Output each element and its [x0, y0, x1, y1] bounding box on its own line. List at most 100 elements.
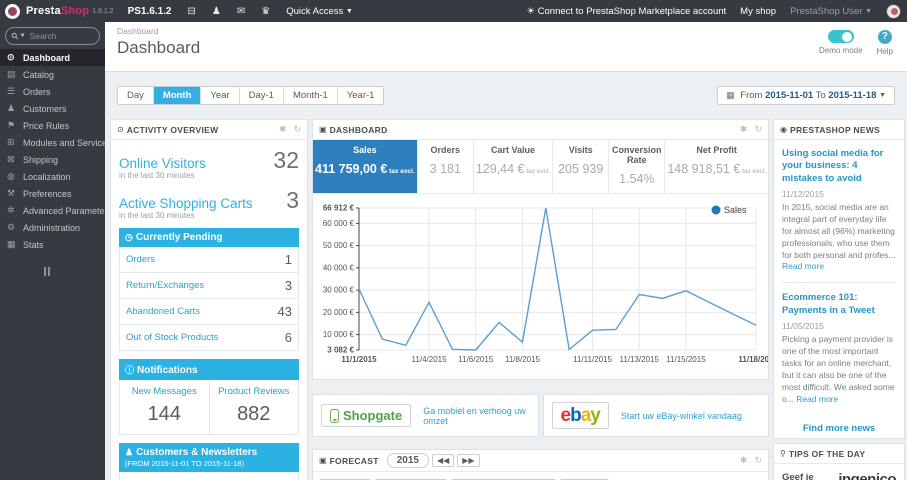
active-carts-sub: in the last 30 minutes: [119, 211, 195, 220]
cart-icon[interactable]: ⊟: [187, 6, 195, 17]
marketplace-icon: ☀: [526, 5, 535, 17]
product-reviews-cell[interactable]: Product Reviews 882: [208, 380, 299, 434]
news-article-title[interactable]: Ecommerce 101: Payments in a Tweet: [782, 292, 896, 317]
divider: [782, 282, 896, 284]
metric-value: 3 181: [429, 162, 461, 176]
prestashop-news-panel: ◉ PRESTASHOP NEWS Using social media for…: [773, 119, 905, 440]
user-icon[interactable]: ♟: [212, 6, 221, 17]
sidebar-item-label: Modules and Services: [23, 137, 105, 148]
trophy-icon[interactable]: ♛: [261, 6, 270, 17]
sidebar-item-customers[interactable]: ♟ Customers: [0, 100, 105, 117]
gear-icon[interactable]: ✱: [740, 455, 748, 466]
period-day-1[interactable]: Day-1: [239, 87, 284, 104]
mail-icon[interactable]: ✉: [237, 6, 245, 17]
ingenico-logo-text: ingenico: [838, 471, 896, 480]
date-range-button[interactable]: ▦ From 2015-11-01 To 2015-11-18 ▼: [717, 86, 895, 105]
sidebar-item-label: Preferences: [23, 188, 72, 199]
demo-mode-toggle[interactable]: [827, 30, 854, 43]
sidebar-collapse-button[interactable]: [44, 267, 105, 276]
row-label: Orders: [126, 254, 156, 265]
product-reviews-value: 882: [237, 403, 271, 425]
search-input[interactable]: [29, 31, 92, 41]
sidebar-item-stats[interactable]: ▦ Stats: [0, 236, 105, 253]
sidebar-item-price-rules[interactable]: ⚑ Price Rules: [0, 117, 105, 134]
sidebar-item-administration[interactable]: ⚙ Administration: [0, 219, 105, 236]
gear-icon[interactable]: ✱: [279, 124, 287, 135]
user-avatar[interactable]: [886, 3, 901, 19]
forecast-panel: ▣ FORECAST 2015 ◀◀ ▶▶ ✱ ↻ TrafficConvers…: [312, 449, 769, 480]
help-label: Help: [876, 47, 893, 56]
shopgate-promo: Shopgate Ga mobiel en verhoog uw omzet: [312, 394, 539, 437]
person-icon: ♟: [125, 447, 134, 457]
calendar-icon: ▦: [726, 90, 735, 100]
svg-text:11/1/2015: 11/1/2015: [341, 355, 377, 364]
my-shop-link[interactable]: My shop: [740, 6, 776, 17]
metric-net-profit[interactable]: Net Profit 148 918,51 € tax excl.: [665, 140, 768, 193]
sidebar: ⚲ ▼ ⊙ Dashboard ▤ Catalog ☰ Orders ♟ Customers ⚑…: [0, 22, 105, 480]
metric-orders[interactable]: Orders 3 181: [418, 140, 474, 193]
activity-panel-title: ACTIVITY OVERVIEW: [126, 124, 219, 135]
localization-icon: ◍: [7, 171, 15, 181]
period-year[interactable]: Year: [201, 87, 240, 104]
ebay-logo-letter: y: [590, 405, 601, 426]
sidebar-menu: ⊙ Dashboard ▤ Catalog ☰ Orders ♟ Customers ⚑ Pric…: [0, 49, 105, 253]
period-year-1[interactable]: Year-1: [337, 87, 384, 104]
new-messages-cell[interactable]: New Messages 144: [120, 380, 209, 434]
ebay-link[interactable]: Start uw eBay-winkel vandaag: [621, 411, 742, 421]
gear-icon[interactable]: ✱: [740, 124, 748, 135]
refresh-icon[interactable]: ↻: [754, 124, 762, 135]
user-menu[interactable]: PrestaShop User ▼: [790, 6, 872, 17]
help-control: ? Help: [877, 30, 893, 56]
quick-access-menu[interactable]: Quick Access ▼: [286, 6, 353, 17]
sidebar-item-label: Orders: [23, 86, 51, 97]
sidebar-item-shipping[interactable]: ⊠ Shipping: [0, 151, 105, 168]
forecast-toggles: TrafficConversionAverage Cart ValueSales: [313, 472, 768, 480]
activity-row-return-exchanges[interactable]: Return/Exchanges 3: [120, 273, 298, 299]
metric-cart-value[interactable]: Cart Value 129,44 € tax excl.: [474, 140, 554, 193]
demo-mode-label: Demo mode: [818, 46, 863, 55]
refresh-icon[interactable]: ↻: [754, 455, 762, 466]
period-month-1[interactable]: Month-1: [283, 87, 338, 104]
notifications-header: ⓘ Notifications: [119, 359, 299, 380]
customers-rows: New Customers90New Subscriptions18Total …: [119, 472, 299, 480]
sidebar-search[interactable]: ⚲ ▼: [5, 27, 100, 45]
active-carts-link[interactable]: Active Shopping Carts: [119, 196, 253, 211]
find-more-news-link[interactable]: Find more news: [774, 413, 904, 438]
period-day[interactable]: Day: [118, 87, 154, 104]
activity-row-out-of-stock-products[interactable]: Out of Stock Products 6: [120, 325, 298, 350]
marketplace-link[interactable]: ☀ Connect to PrestaShop Marketplace acco…: [526, 6, 726, 17]
sidebar-item-localization[interactable]: ◍ Localization: [0, 168, 105, 185]
forecast-year[interactable]: 2015: [386, 453, 429, 468]
forecast-prev-button[interactable]: ◀◀: [431, 454, 455, 467]
read-more-link[interactable]: Read more: [796, 394, 838, 404]
period-month[interactable]: Month: [153, 87, 202, 104]
sidebar-item-advanced-parameters[interactable]: ✲ Advanced Parameters: [0, 202, 105, 219]
metric-sales[interactable]: Sales 411 759,00 € tax excl.: [313, 140, 418, 193]
read-more-link[interactable]: Read more: [782, 261, 824, 271]
sidebar-item-preferences[interactable]: ⚒ Preferences: [0, 185, 105, 202]
online-visitors-link[interactable]: Online Visitors: [119, 156, 206, 171]
sidebar-item-modules-and-services[interactable]: ⊞ Modules and Services: [0, 134, 105, 151]
refresh-icon[interactable]: ↻: [293, 124, 301, 135]
metric-suffix: tax excl.: [524, 168, 551, 175]
activity-row-orders[interactable]: Orders 1: [120, 247, 298, 273]
activity-row-new-customers[interactable]: New Customers90: [120, 472, 298, 480]
metric-conversion-rate[interactable]: Conversion Rate 1.54%: [609, 140, 666, 193]
news-panel-title: PRESTASHOP NEWS: [789, 124, 881, 135]
customers-date-range: (FROM 2015-11-01 TO 2015-11-18): [125, 459, 245, 468]
activity-row-abandoned-carts[interactable]: Abandoned Carts 43: [120, 299, 298, 325]
news-article-title[interactable]: Using social media for your business: 4 …: [782, 148, 896, 185]
ebay-promo: ebay Start uw eBay-winkel vandaag: [542, 394, 769, 437]
page-title: Dashboard: [117, 38, 201, 57]
sidebar-item-catalog[interactable]: ▤ Catalog: [0, 66, 105, 83]
svg-text:66 912 €: 66 912 €: [323, 204, 355, 213]
forecast-next-button[interactable]: ▶▶: [457, 454, 480, 467]
svg-text:11/15/2015: 11/15/2015: [666, 355, 706, 364]
row-label: Abandoned Carts: [126, 306, 200, 317]
shopgate-link[interactable]: Ga mobiel en verhoog uw omzet: [423, 406, 529, 426]
sidebar-item-orders[interactable]: ☰ Orders: [0, 83, 105, 100]
sidebar-item-dashboard[interactable]: ⊙ Dashboard: [0, 49, 105, 66]
help-icon[interactable]: ?: [877, 30, 892, 44]
metric-visits[interactable]: Visits 205 939: [553, 140, 610, 193]
advanced-parameters-icon: ✲: [7, 205, 15, 215]
